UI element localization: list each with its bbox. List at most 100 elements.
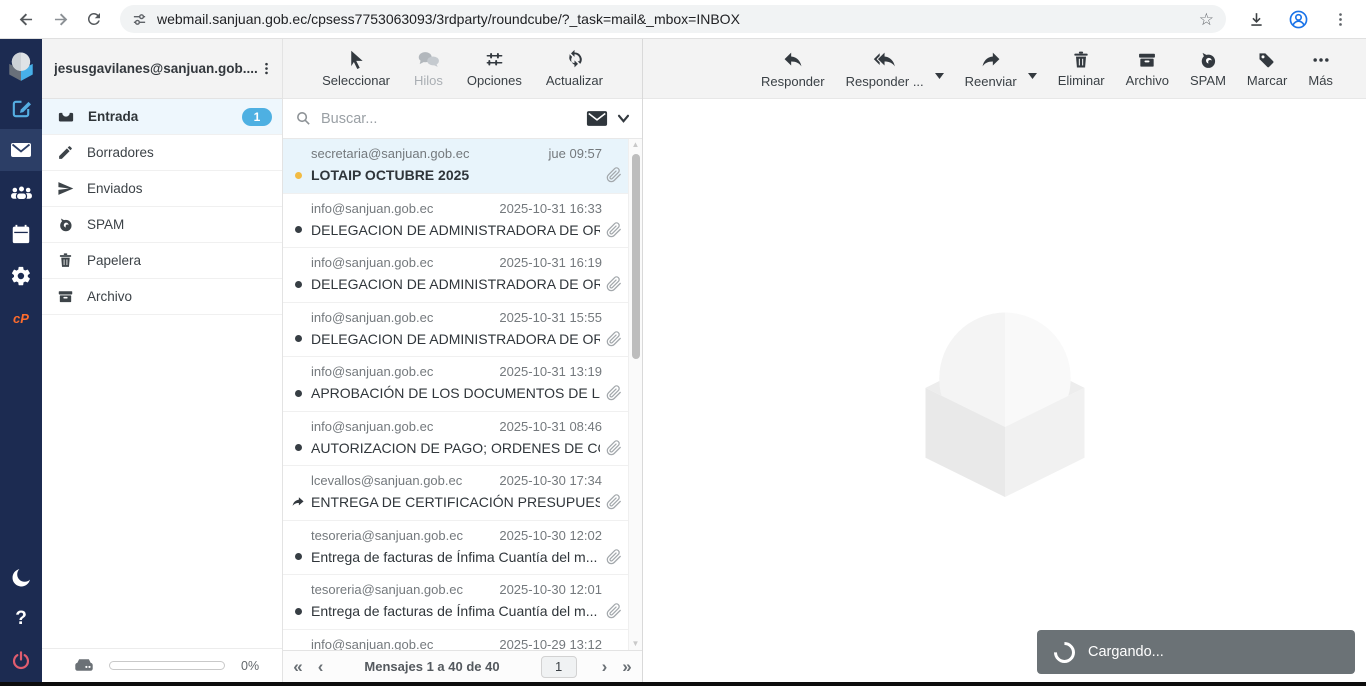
message-date: 2025-10-29 13:12: [499, 637, 602, 651]
mail-nav-button[interactable]: [0, 129, 42, 171]
flagged-status-icon[interactable]: [291, 172, 305, 179]
search-scope-mail-icon[interactable]: [586, 110, 608, 127]
message-row[interactable]: tesoreria@sanjuan.gob.ec2025-10-30 12:02…: [283, 521, 628, 576]
message-date: 2025-10-30 17:34: [499, 473, 602, 488]
spam-button[interactable]: SPAM: [1190, 50, 1226, 88]
unread-status-icon[interactable]: [291, 335, 305, 342]
message-row[interactable]: secretaria@sanjuan.gob.ec jue 09:57 LOTAI…: [283, 139, 628, 194]
attachment-paperclip-icon: [606, 331, 622, 347]
scrollbar-up-arrow-icon[interactable]: ▲: [632, 139, 640, 151]
message-row[interactable]: info@sanjuan.gob.ec2025-10-31 16:33 DELE…: [283, 194, 628, 249]
next-page-button[interactable]: ›: [602, 658, 608, 675]
message-row[interactable]: info@sanjuan.gob.ec2025-10-31 16:19 DELE…: [283, 248, 628, 303]
profile-button[interactable]: [1282, 3, 1314, 35]
search-input[interactable]: [321, 111, 577, 127]
reply-all-label: Responder ...: [846, 74, 924, 89]
browser-back-button[interactable]: [10, 3, 42, 35]
account-header: jesusgavilanes@sanjuan.gob....: [42, 39, 282, 99]
quota-percent: 0%: [241, 659, 259, 673]
folder-item-spam[interactable]: SPAM: [42, 207, 282, 243]
unread-status-icon[interactable]: [291, 608, 305, 615]
forward-dropdown-caret-icon[interactable]: [1028, 73, 1037, 79]
message-row[interactable]: info@sanjuan.gob.ec2025-10-31 08:46 AUTO…: [283, 412, 628, 467]
select-button[interactable]: Seleccionar: [322, 49, 390, 88]
delete-button[interactable]: Eliminar: [1058, 50, 1105, 88]
message-row[interactable]: info@sanjuan.gob.ec2025-10-31 15:55 DELE…: [283, 303, 628, 358]
archive-button[interactable]: Archivo: [1126, 50, 1169, 88]
account-menu-icon[interactable]: [259, 61, 274, 76]
loading-toast-text: Cargando...: [1088, 644, 1164, 660]
unread-count-badge: 1: [242, 108, 272, 126]
message-date: 2025-10-31 08:46: [499, 419, 602, 434]
message-sender: secretaria@sanjuan.gob.ec: [311, 146, 469, 161]
threads-button[interactable]: Hilos: [414, 49, 443, 88]
forwarded-status-icon[interactable]: [291, 495, 305, 510]
message-row[interactable]: info@sanjuan.gob.ec2025-10-31 13:19 APRO…: [283, 357, 628, 412]
help-button[interactable]: ?: [0, 598, 42, 640]
attachment-paperclip-icon: [606, 603, 622, 619]
scrollbar-thumb[interactable]: [632, 154, 640, 359]
bookmark-star-icon[interactable]: ☆: [1199, 11, 1214, 28]
folder-item-inbox[interactable]: Entrada 1: [42, 99, 282, 135]
calendar-nav-button[interactable]: [0, 213, 42, 255]
message-sender: tesoreria@sanjuan.gob.ec: [311, 582, 463, 597]
list-scrollbar[interactable]: ▲ ▼: [628, 139, 642, 650]
prev-page-button[interactable]: ‹: [318, 658, 324, 675]
mail-icon: [9, 138, 33, 162]
unread-status-icon[interactable]: [291, 281, 305, 288]
last-page-button[interactable]: »: [622, 658, 631, 675]
sliders-icon: [484, 49, 505, 70]
page-number-input[interactable]: [541, 656, 577, 678]
downloads-button[interactable]: [1240, 3, 1272, 35]
message-row[interactable]: info@sanjuan.gob.ec2025-10-29 13:12: [283, 630, 628, 651]
dark-mode-button[interactable]: [0, 556, 42, 598]
browser-forward-button[interactable]: [44, 3, 76, 35]
folder-item-drafts[interactable]: Borradores: [42, 135, 282, 171]
message-list-panel: Seleccionar Hilos Opcion: [283, 39, 643, 682]
reply-all-button[interactable]: Responder ...: [846, 49, 924, 89]
contacts-icon: [9, 180, 34, 205]
folders-panel: jesusgavilanes@sanjuan.gob.... Entrada 1…: [42, 39, 283, 682]
logout-button[interactable]: [0, 640, 42, 682]
browser-menu-button[interactable]: [1324, 3, 1356, 35]
reply-label: Responder: [761, 74, 825, 89]
message-subject: Entrega de facturas de Ínfima Cuantía de…: [311, 549, 600, 565]
search-options-chevron-icon[interactable]: [617, 114, 630, 123]
options-button[interactable]: Opciones: [467, 49, 522, 88]
message-row[interactable]: lcevallos@sanjuan.gob.ec2025-10-30 17:34…: [283, 466, 628, 521]
unread-status-icon[interactable]: [291, 390, 305, 397]
address-bar[interactable]: webmail.sanjuan.gob.ec/cpsess7753063093/…: [120, 5, 1226, 33]
forward-button[interactable]: Reenviar: [965, 49, 1017, 89]
compose-button[interactable]: [0, 87, 42, 129]
first-page-button[interactable]: «: [293, 658, 302, 675]
folder-item-sent[interactable]: Enviados: [42, 171, 282, 207]
cpanel-button[interactable]: cP: [0, 297, 42, 339]
unread-status-icon[interactable]: [291, 226, 305, 233]
scrollbar-down-arrow-icon[interactable]: ▼: [632, 638, 640, 650]
settings-nav-button[interactable]: [0, 255, 42, 297]
archive-icon: [1137, 50, 1157, 70]
refresh-button[interactable]: Actualizar: [546, 49, 603, 88]
message-subject: DELEGACION DE ADMINISTRADORA DE OR...: [311, 276, 600, 292]
tag-icon: [1257, 50, 1277, 70]
folder-label: Borradores: [87, 145, 154, 160]
message-subject: Entrega de facturas de Ínfima Cuantía de…: [311, 603, 600, 619]
forward-label: Reenviar: [965, 74, 1017, 89]
mark-label: Marcar: [1247, 73, 1287, 88]
browser-reload-button[interactable]: [78, 3, 110, 35]
folder-item-trash[interactable]: Papelera: [42, 243, 282, 279]
mark-button[interactable]: Marcar: [1247, 50, 1287, 88]
folder-item-archive[interactable]: Archivo: [42, 279, 282, 315]
moon-icon: [10, 566, 33, 589]
unread-status-icon[interactable]: [291, 553, 305, 560]
reply-button[interactable]: Responder: [761, 49, 825, 89]
message-row[interactable]: tesoreria@sanjuan.gob.ec2025-10-30 12:01…: [283, 575, 628, 630]
paper-plane-icon: [57, 180, 74, 197]
more-button[interactable]: Más: [1308, 50, 1333, 88]
list-toolbar: Seleccionar Hilos Opcion: [283, 39, 642, 99]
reply-all-dropdown-caret-icon[interactable]: [935, 73, 944, 79]
message-date: jue 09:57: [549, 146, 603, 161]
contacts-nav-button[interactable]: [0, 171, 42, 213]
message-subject: LOTAIP OCTUBRE 2025: [311, 167, 600, 183]
unread-status-icon[interactable]: [291, 444, 305, 451]
